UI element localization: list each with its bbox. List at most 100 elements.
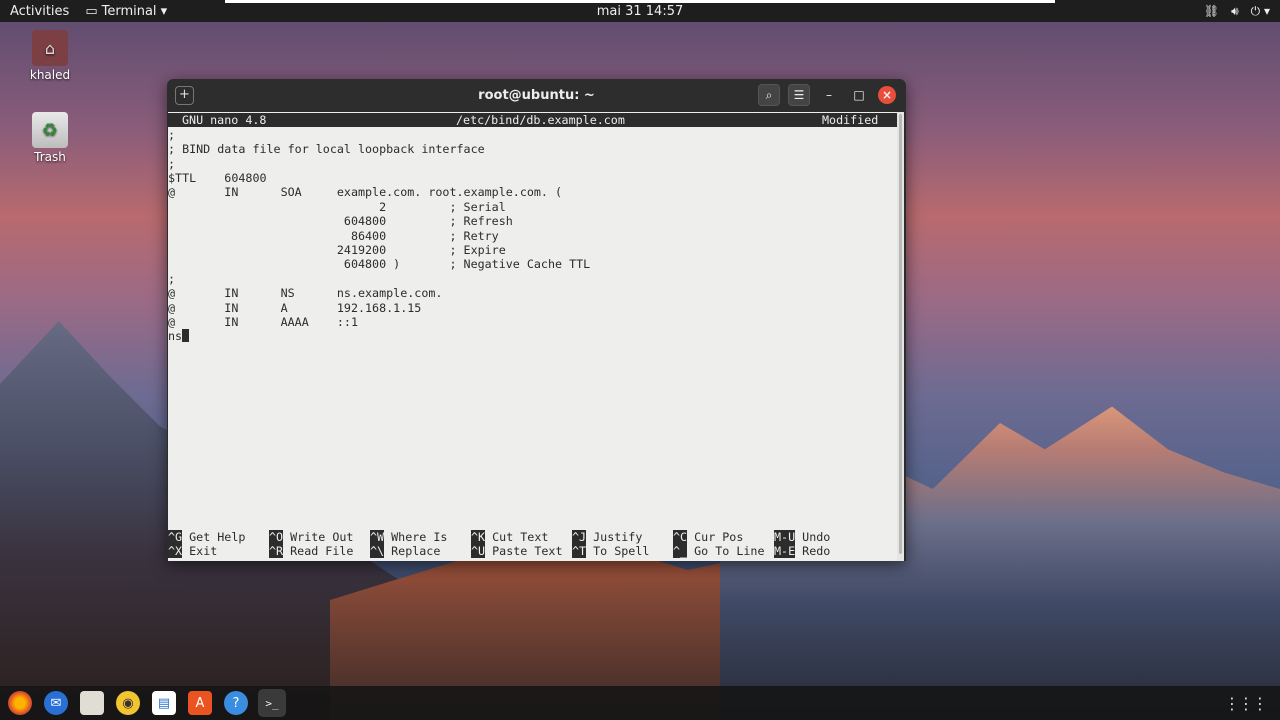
dock: ✉ ◉ ▤ A ? >_ ⋮⋮⋮: [0, 686, 1280, 720]
shortcut-label: Replace: [384, 544, 441, 559]
activities-button[interactable]: Activities: [0, 4, 79, 19]
shortcut-key: ^R: [269, 544, 284, 559]
nano-shortcut: ^T To Spell: [572, 544, 650, 559]
shortcut-key: ^T: [572, 544, 587, 559]
shortcut-key: ^J: [572, 530, 587, 544]
shortcut-label: Paste Text: [485, 544, 563, 559]
writer-icon[interactable]: ▤: [152, 691, 176, 715]
minimize-icon[interactable]: –: [818, 84, 840, 106]
shortcut-label: Exit: [182, 544, 218, 559]
help-icon[interactable]: ?: [224, 691, 248, 715]
nano-shortcut: M-E Redo: [774, 544, 831, 559]
nano-shortcut: ^O Write Out: [269, 530, 353, 544]
shortcut-key: ^K: [471, 530, 486, 544]
editor-line[interactable]: 2 ; Serial: [168, 200, 506, 214]
nano-shortcut: M-U Undo: [774, 530, 830, 544]
nano-filename: /etc/bind/db.example.com: [456, 113, 625, 127]
app-menu-label: Terminal: [101, 3, 157, 19]
terminal-icon[interactable]: >_: [258, 689, 286, 717]
trash-icon: ♻: [32, 112, 68, 148]
scrollbar-thumb[interactable]: [899, 114, 902, 554]
volume-icon[interactable]: 🔊︎: [1231, 4, 1239, 19]
shortcut-label: Justify: [586, 530, 643, 544]
editor-line[interactable]: ns: [168, 329, 190, 343]
nano-shortcut: ^G Get Help: [168, 530, 245, 544]
files-icon[interactable]: [80, 691, 104, 715]
shortcut-label: Read File: [283, 544, 354, 559]
system-tray[interactable]: ⛓ 🔊︎ ⏻ ▾: [1204, 0, 1270, 22]
nano-shortcut: ^C Cur Pos: [673, 530, 743, 544]
shortcut-label: Redo: [795, 544, 831, 559]
thunderbird-icon[interactable]: ✉: [44, 691, 68, 715]
shortcut-key: M-U: [774, 530, 796, 544]
shortcut-key: ^\: [370, 544, 385, 559]
nano-shortcut: ^K Cut Text: [471, 530, 548, 544]
text-cursor: [182, 329, 190, 343]
shortcut-key: ^_: [673, 544, 688, 559]
window-titlebar[interactable]: + root@ubuntu: ~ ⌕ ☰ – □ ×: [167, 79, 906, 112]
desktop-icon-trash[interactable]: ♻ Trash: [20, 112, 80, 164]
shortcut-label: Where Is: [384, 530, 448, 544]
editor-line[interactable]: 604800 ) ; Negative Cache TTL: [168, 257, 590, 271]
shortcut-label: Go To Line: [687, 544, 765, 559]
nano-shortcut: ^U Paste Text: [471, 544, 563, 559]
network-icon[interactable]: ⛓: [1204, 4, 1219, 18]
show-applications-icon[interactable]: ⋮⋮⋮: [1224, 694, 1268, 713]
editor-line[interactable]: $TTL 604800: [168, 171, 267, 185]
rhythmbox-icon[interactable]: ◉: [116, 691, 140, 715]
nano-status: Modified: [822, 113, 879, 127]
shortcut-label: Get Help: [182, 530, 246, 544]
nano-shortcut: ^R Read File: [269, 544, 354, 559]
nano-shortcut: ^W Where Is: [370, 530, 447, 544]
desktop-icon-label: khaled: [29, 68, 71, 82]
editor-line[interactable]: 2419200 ; Expire: [168, 243, 506, 257]
shortcut-label: Cut Text: [485, 530, 549, 544]
terminal-window[interactable]: + root@ubuntu: ~ ⌕ ☰ – □ × GNU nano 4.8 …: [167, 79, 906, 561]
hamburger-menu-icon[interactable]: ☰: [788, 84, 810, 106]
search-icon[interactable]: ⌕: [758, 84, 780, 106]
shortcut-key: ^O: [269, 530, 284, 544]
terminal-screen[interactable]: GNU nano 4.8 /etc/bind/db.example.com Mo…: [168, 112, 904, 561]
desktop-icon-label: Trash: [34, 150, 66, 164]
shortcut-key: ^W: [370, 530, 385, 544]
top-bar: Activities ▭ Terminal ▾ mai 31 14:57 ⛓ 🔊…: [0, 0, 1280, 22]
app-menu[interactable]: ▭ Terminal ▾: [85, 4, 167, 19]
editor-line[interactable]: 604800 ; Refresh: [168, 214, 513, 228]
editor-line[interactable]: ;: [168, 128, 175, 142]
home-folder-icon: ⌂: [32, 30, 68, 66]
nano-shortcut: ^\ Replace: [370, 544, 441, 559]
firefox-icon[interactable]: [8, 691, 32, 715]
editor-line[interactable]: @ IN A 192.168.1.15: [168, 301, 421, 315]
nano-shortcut: ^X Exit: [168, 544, 218, 559]
nano-header: GNU nano 4.8 /etc/bind/db.example.com Mo…: [168, 113, 897, 128]
editor-line[interactable]: @ IN AAAA ::1: [168, 315, 358, 329]
editor-line[interactable]: ;: [168, 272, 175, 286]
editor-line[interactable]: 86400 ; Retry: [168, 229, 499, 243]
editor-line[interactable]: @ IN SOA example.com. root.example.com. …: [168, 185, 562, 199]
shortcut-label: Write Out: [283, 530, 354, 544]
nano-shortcut: ^_ Go To Line: [673, 544, 765, 559]
scrollbar[interactable]: [897, 112, 904, 561]
nano-shortcut: ^J Justify: [572, 530, 642, 544]
shortcut-label: Undo: [795, 530, 831, 544]
shortcut-label: Cur Pos: [687, 530, 744, 544]
shortcut-key: ^X: [168, 544, 183, 559]
desktop-icon-home[interactable]: ⌂ khaled: [20, 30, 80, 82]
editor-line[interactable]: ;: [168, 157, 175, 171]
editor-line[interactable]: ; BIND data file for local loopback inte…: [168, 142, 485, 156]
terminal-app-icon: ▭: [85, 3, 98, 19]
maximize-icon[interactable]: □: [848, 84, 870, 106]
shortcut-key: ^C: [673, 530, 688, 544]
power-icon[interactable]: ⏻ ▾: [1251, 4, 1270, 19]
close-icon[interactable]: ×: [878, 86, 896, 104]
nano-shortcut-bar: ^G Get Help ^O Write Out ^W Where Is ^K Cut…: [168, 530, 898, 559]
shortcut-label: To Spell: [586, 544, 650, 559]
software-icon[interactable]: A: [188, 691, 212, 715]
clock[interactable]: mai 31 14:57: [597, 4, 684, 19]
shortcut-key: ^G: [168, 530, 183, 544]
chevron-down-icon: ▾: [160, 3, 168, 19]
shortcut-key: M-E: [774, 544, 796, 559]
shortcut-key: ^U: [471, 544, 486, 559]
nano-version: GNU nano 4.8: [182, 113, 267, 127]
editor-line[interactable]: @ IN NS ns.example.com.: [168, 286, 442, 300]
